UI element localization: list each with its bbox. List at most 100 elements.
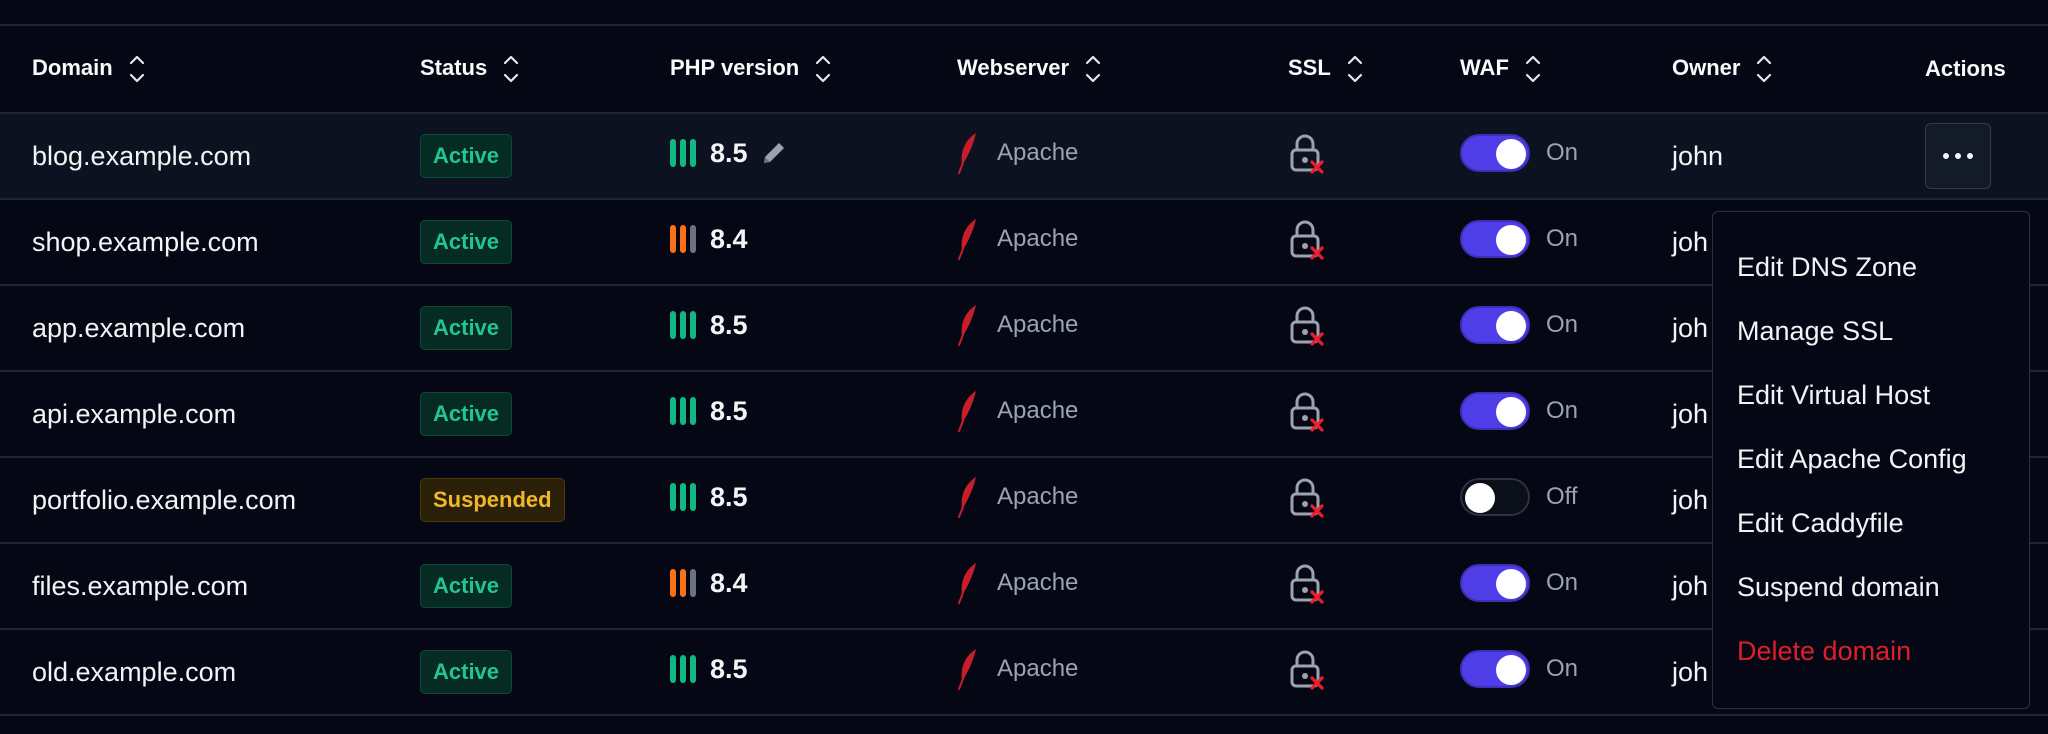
domain-name[interactable]: shop.example.com	[32, 227, 259, 257]
menu-item-edit-dns-zone[interactable]: Edit DNS Zone	[1713, 235, 2029, 299]
lock-x-icon[interactable]	[1288, 648, 1326, 690]
php-support-bars	[670, 397, 696, 426]
column-header-label: Owner	[1672, 54, 1741, 80]
toggle-knob	[1496, 654, 1526, 685]
menu-item-edit-caddyfile[interactable]: Edit Caddyfile	[1713, 491, 2029, 555]
sort-icon[interactable]	[129, 55, 145, 83]
lock-x-icon[interactable]	[1288, 390, 1326, 432]
column-header-status[interactable]: Status	[420, 26, 670, 114]
waf-toggle[interactable]	[1460, 563, 1530, 602]
waf-toggle[interactable]	[1460, 477, 1530, 516]
lock-x-icon[interactable]	[1288, 476, 1326, 518]
apache-feather-icon	[957, 218, 997, 260]
menu-item-suspend-domain[interactable]: Suspend domain	[1713, 555, 2029, 619]
sort-icon[interactable]	[815, 55, 831, 83]
sort-icon[interactable]	[1756, 55, 1772, 83]
php-support-bar	[680, 225, 686, 254]
toggle-knob	[1496, 224, 1526, 255]
domain-cell[interactable]: api.example.com	[0, 371, 420, 458]
waf-cell: On	[1460, 543, 1672, 630]
menu-item-edit-apache-config[interactable]: Edit Apache Config	[1713, 427, 2029, 491]
column-header-waf[interactable]: WAF	[1460, 26, 1672, 114]
domain-cell[interactable]: app.example.com	[0, 285, 420, 372]
php-support-bar	[670, 139, 676, 168]
sort-icon[interactable]	[1347, 55, 1363, 83]
lock-x-icon[interactable]	[1288, 562, 1326, 604]
waf-state-label: On	[1546, 654, 1579, 682]
domain-name[interactable]: old.example.com	[32, 657, 236, 687]
waf-state-label: On	[1546, 138, 1579, 166]
php-support-bar	[670, 655, 676, 684]
menu-item-manage-ssl[interactable]: Manage SSL	[1713, 299, 2029, 363]
php-support-bar	[680, 311, 686, 340]
ssl-cell	[1282, 285, 1460, 372]
waf-toggle[interactable]	[1460, 133, 1530, 172]
apache-feather-icon	[957, 648, 997, 690]
waf-cell: Off	[1460, 457, 1672, 544]
webserver-cell: Apache	[957, 629, 1282, 716]
table-row[interactable]: blog.example.com Active 8.5 Apache On john	[0, 113, 2048, 200]
status-cell: Active	[420, 543, 670, 630]
column-header-label: SSL	[1288, 54, 1331, 80]
owner-cell: john	[1672, 113, 1923, 200]
waf-toggle[interactable]	[1460, 305, 1530, 344]
column-header-php[interactable]: PHP version	[670, 26, 957, 114]
sort-icon[interactable]	[1085, 55, 1101, 83]
status-cell: Active	[420, 629, 670, 716]
status-cell: Suspended	[420, 457, 670, 544]
php-cell: 8.5	[670, 629, 957, 716]
toggle-knob	[1465, 482, 1495, 513]
domain-name[interactable]: files.example.com	[32, 571, 248, 601]
ellipsis-dot	[1967, 153, 1973, 159]
domain-name[interactable]: api.example.com	[32, 399, 236, 429]
column-header-actions: Actions	[1923, 26, 2048, 114]
domain-cell[interactable]: files.example.com	[0, 543, 420, 630]
domains-page: Domain Status PHP version Webserver SSL …	[0, 0, 2048, 734]
owner-name: joh	[1672, 226, 1709, 257]
webserver-name: Apache	[997, 482, 1079, 510]
status-cell: Active	[420, 285, 670, 372]
column-header-domain[interactable]: Domain	[0, 26, 420, 114]
ssl-cell	[1282, 371, 1460, 458]
toggle-knob	[1496, 568, 1526, 599]
php-support-bar	[690, 139, 696, 168]
domain-name[interactable]: app.example.com	[32, 313, 245, 343]
webserver-cell: Apache	[957, 457, 1282, 544]
php-cell: 8.4	[670, 543, 957, 630]
table-header-row: Domain Status PHP version Webserver SSL …	[0, 26, 2048, 114]
column-header-webserver[interactable]: Webserver	[957, 26, 1282, 114]
lock-x-icon[interactable]	[1288, 218, 1326, 260]
domain-cell[interactable]: portfolio.example.com	[0, 457, 420, 544]
domain-name[interactable]: portfolio.example.com	[32, 485, 296, 515]
php-version: 8.4	[710, 567, 748, 598]
domain-name[interactable]: blog.example.com	[32, 141, 251, 171]
column-header-owner[interactable]: Owner	[1672, 26, 1923, 114]
domain-cell[interactable]: old.example.com	[0, 629, 420, 716]
menu-item-delete-domain[interactable]: Delete domain	[1713, 619, 2029, 683]
domain-cell[interactable]: shop.example.com	[0, 199, 420, 286]
waf-state-label: On	[1546, 310, 1579, 338]
sort-icon[interactable]	[1525, 55, 1541, 83]
ssl-cell	[1282, 113, 1460, 200]
domain-cell[interactable]: blog.example.com	[0, 113, 420, 200]
php-version: 8.5	[710, 395, 748, 426]
column-header-label: WAF	[1460, 54, 1509, 80]
status-cell: Active	[420, 113, 670, 200]
sort-icon[interactable]	[503, 55, 519, 83]
waf-toggle[interactable]	[1460, 391, 1530, 430]
lock-x-icon[interactable]	[1288, 304, 1326, 346]
menu-item-edit-virtual-host[interactable]: Edit Virtual Host	[1713, 363, 2029, 427]
php-version: 8.5	[710, 481, 748, 512]
php-version: 8.5	[710, 309, 748, 340]
more-actions-button[interactable]	[1925, 123, 1991, 189]
waf-toggle[interactable]	[1460, 649, 1530, 688]
webserver-name: Apache	[997, 568, 1079, 596]
lock-x-icon[interactable]	[1288, 132, 1326, 174]
edit-pencil-icon[interactable]	[760, 139, 788, 167]
php-support-bars	[670, 311, 696, 340]
column-header-ssl[interactable]: SSL	[1282, 26, 1460, 114]
column-header-label: Status	[420, 54, 488, 80]
waf-state-label: On	[1546, 224, 1579, 252]
waf-toggle[interactable]	[1460, 219, 1530, 258]
php-support-bar	[690, 311, 696, 340]
